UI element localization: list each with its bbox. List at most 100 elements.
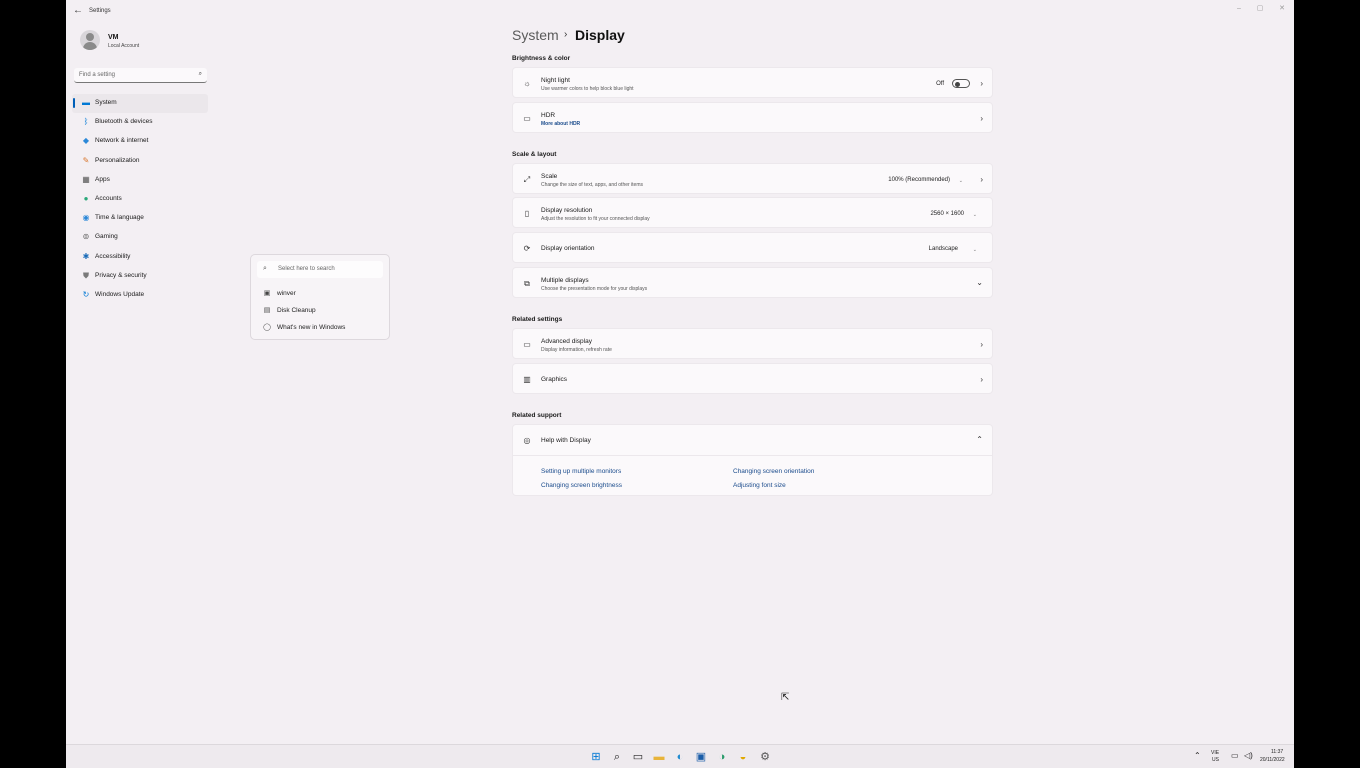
- search-icon: ⌕: [263, 265, 267, 272]
- resolution-dropdown[interactable]: 2560 × 1600: [930, 211, 964, 217]
- section-brightness-color: Brightness & color: [512, 55, 571, 62]
- back-button[interactable]: ←: [72, 5, 84, 17]
- chevron-right-icon: ›: [980, 375, 983, 384]
- globe-clock-icon: ◉: [82, 213, 90, 223]
- settings-window: ← Settings – ▢ ✕ VM Local Account Find a…: [66, 0, 1294, 768]
- scale-title: Scale: [541, 173, 558, 180]
- find-setting-input[interactable]: Find a setting ⌕: [74, 68, 207, 83]
- shield-icon: ⛊: [83, 270, 89, 280]
- account-type: Local Account: [108, 43, 140, 49]
- sidebar-item-bluetooth-devices[interactable]: ᛒ Bluetooth & devices: [72, 113, 208, 132]
- night-light-toggle[interactable]: [952, 79, 970, 88]
- scale-icon: ⤢: [523, 175, 531, 184]
- section-related-settings: Related settings: [512, 316, 563, 323]
- flyout-item[interactable]: ▤ Disk Cleanup: [263, 304, 383, 318]
- flyout-item[interactable]: ◯ What's new in Windows: [263, 321, 383, 335]
- sidebar-item-gaming[interactable]: ⊚ Gaming: [72, 228, 208, 247]
- night-light-title: Night light: [541, 77, 570, 84]
- advanced-display-subtitle: Display information, refresh rate: [541, 347, 612, 353]
- volume-icon[interactable]: ◁): [1244, 751, 1253, 760]
- brightness-icon: ☼: [523, 79, 531, 88]
- breadcrumb-separator: ›: [564, 29, 568, 40]
- multiple-displays-subtitle: Choose the presentation mode for your di…: [541, 286, 648, 292]
- sidebar-item-label: Time & language: [95, 214, 144, 222]
- advanced-display-title: Advanced display: [541, 338, 592, 345]
- language-code[interactable]: VIE: [1211, 750, 1219, 756]
- network-icon[interactable]: ▭: [1231, 751, 1239, 760]
- chevron-right-icon: ›: [980, 114, 983, 123]
- night-light-subtitle: Use warmer colors to help block blue lig…: [541, 86, 634, 92]
- graphics-card[interactable]: ▥ Graphics ›: [512, 363, 993, 394]
- monitor-icon: ▭: [523, 340, 531, 349]
- search-icon[interactable]: ⌕: [610, 750, 624, 764]
- flyout-search-input[interactable]: ⌕ Select here to search: [257, 261, 383, 278]
- help-link-screen-brightness[interactable]: Changing screen brightness: [541, 482, 622, 489]
- user-name: VM: [108, 34, 119, 41]
- sidebar-item-accounts[interactable]: ● Accounts: [72, 190, 208, 209]
- sidebar-item-personalization[interactable]: ✎ Personalization: [72, 152, 208, 171]
- chevron-right-icon: ›: [980, 175, 983, 184]
- sidebar-item-label: Network & internet: [95, 137, 149, 145]
- night-light-card[interactable]: ☼ Night light Use warmer colors to help …: [512, 67, 993, 98]
- search-icon: ⌕: [198, 71, 202, 77]
- chevron-up-icon: ⌃: [976, 435, 983, 444]
- app-title: Settings: [89, 8, 111, 14]
- person-icon: ●: [83, 193, 89, 203]
- tray-overflow-icon[interactable]: ⌃: [1194, 751, 1201, 760]
- resolution-icon: ▯: [524, 209, 530, 218]
- task-view-icon[interactable]: ▭: [631, 750, 645, 764]
- flyout-item[interactable]: ▣ winver: [263, 287, 383, 301]
- sidebar-item-label: Accounts: [95, 194, 122, 202]
- edge-dev-icon[interactable]: ◑: [715, 750, 729, 764]
- settings-icon[interactable]: ⚙: [758, 750, 772, 764]
- multiple-displays-card[interactable]: ⧉ Multiple displays Choose the presentat…: [512, 267, 993, 298]
- display-resolution-card[interactable]: ▯ Display resolution Adjust the resoluti…: [512, 197, 993, 228]
- display-orientation-card[interactable]: ⟳ Display orientation Landscape ⌄: [512, 232, 993, 263]
- display-orientation-title: Display orientation: [541, 245, 595, 252]
- brush-icon: ✎: [82, 155, 90, 165]
- hdr-more-link[interactable]: More about HDR: [541, 121, 580, 127]
- graphics-title: Graphics: [541, 376, 568, 383]
- sidebar-item-apps[interactable]: ▦ Apps: [72, 171, 208, 190]
- clock-date[interactable]: 20/11/2022: [1260, 757, 1285, 763]
- chevron-down-icon: ⌄: [976, 278, 983, 287]
- sidebar-item-privacy-security[interactable]: ⛊ Privacy & security: [72, 267, 208, 286]
- sidebar-item-system[interactable]: ▬ System: [72, 94, 208, 114]
- chevron-down-icon: ⌄: [972, 212, 977, 218]
- maximize-button[interactable]: ▢: [1253, 3, 1267, 15]
- scale-dropdown[interactable]: 100% (Recommended): [888, 177, 950, 183]
- multiple-displays-title: Multiple displays: [541, 277, 589, 284]
- orientation-icon: ⟳: [523, 244, 531, 253]
- gamepad-icon: ⊚: [82, 232, 90, 242]
- keyboard-layout[interactable]: US: [1212, 757, 1219, 763]
- start-icon[interactable]: ⊞: [589, 750, 603, 764]
- find-setting-placeholder: Find a setting: [79, 72, 116, 78]
- sidebar-item-network-internet[interactable]: ◆ Network & internet: [72, 132, 208, 151]
- disk-icon: ▤: [263, 307, 271, 314]
- sidebar-item-accessibility[interactable]: ✱ Accessibility: [72, 248, 208, 267]
- store-icon[interactable]: ▣: [694, 750, 708, 764]
- advanced-display-card[interactable]: ▭ Advanced display Display information, …: [512, 328, 993, 359]
- orientation-dropdown[interactable]: Landscape: [929, 246, 958, 252]
- search-flyout: ⌕ Select here to search ▣ winver ▤ Disk Cle…: [250, 254, 390, 340]
- title-bar: ← Settings – ▢ ✕: [66, 0, 1294, 24]
- breadcrumb-parent[interactable]: System: [512, 27, 559, 43]
- sidebar-item-time-language[interactable]: ◉ Time & language: [72, 209, 208, 228]
- sidebar-item-windows-update[interactable]: ↻ Windows Update: [72, 286, 208, 305]
- help-link-multiple-monitors[interactable]: Setting up multiple monitors: [541, 468, 621, 475]
- help-with-display-header[interactable]: ◎ Help with Display ⌃: [513, 425, 992, 456]
- wifi-icon: ◆: [82, 136, 90, 146]
- bluetooth-icon: ᛒ: [83, 117, 89, 127]
- user-profile[interactable]: VM Local Account: [76, 30, 216, 54]
- section-related-support: Related support: [512, 412, 562, 419]
- scale-card[interactable]: ⤢ Scale Change the size of text, apps, a…: [512, 163, 993, 194]
- edge-canary-icon[interactable]: ◒: [736, 750, 750, 764]
- clock-time[interactable]: 11:37: [1271, 749, 1283, 755]
- file-explorer-icon[interactable]: ▬: [652, 750, 666, 764]
- minimize-button[interactable]: –: [1232, 3, 1246, 15]
- close-button[interactable]: ✕: [1275, 3, 1289, 15]
- hdr-card[interactable]: ▭ HDR More about HDR ›: [512, 102, 993, 133]
- help-link-screen-orientation[interactable]: Changing screen orientation: [733, 468, 814, 475]
- edge-icon[interactable]: ◐: [673, 750, 687, 764]
- help-link-font-size[interactable]: Adjusting font size: [733, 482, 786, 489]
